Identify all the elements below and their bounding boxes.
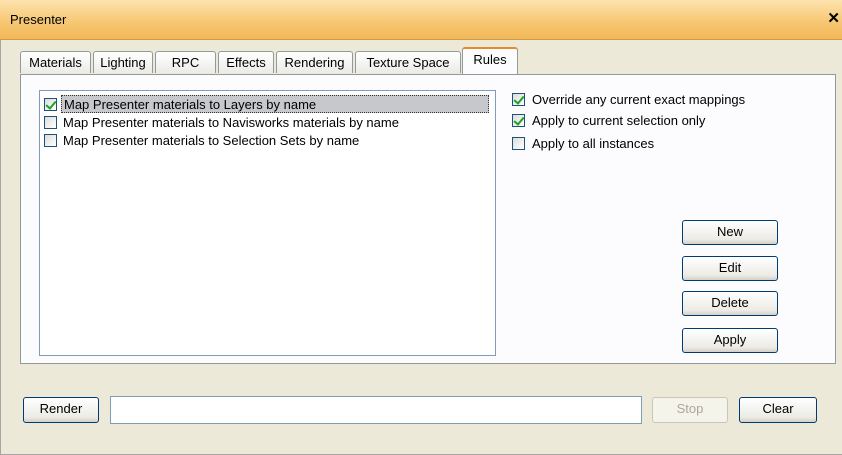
current-selection-checkbox[interactable] [512,114,525,127]
rule-label: Map Presenter materials to Navisworks ma… [63,115,399,130]
rule-checkbox[interactable] [44,116,57,129]
delete-button[interactable]: Delete [682,291,778,316]
rule-label: Map Presenter materials to Layers by nam… [61,95,489,113]
override-mappings-label: Override any current exact mappings [532,92,746,107]
tab-texture-space[interactable]: Texture Space [355,51,461,73]
render-button[interactable]: Render [23,397,99,423]
apply-button[interactable]: Apply [682,328,778,353]
rule-checkbox[interactable] [44,134,57,147]
new-button[interactable]: New [682,220,778,245]
edit-button[interactable]: Edit [682,256,778,281]
all-instances-label: Apply to all instances [532,136,655,151]
stop-button[interactable]: Stop [652,397,728,423]
tab-effects[interactable]: Effects [218,51,274,73]
rule-label: Map Presenter materials to Selection Set… [63,133,360,148]
window-title: Presenter [10,12,67,27]
clear-button[interactable]: Clear [739,397,817,423]
title-bar: Presenter ✕ [0,0,842,40]
rules-list[interactable]: Map Presenter materials to Layers by nam… [39,90,496,356]
tab-materials[interactable]: Materials [20,51,91,73]
tab-rules[interactable]: Rules [462,47,518,74]
render-progress-field[interactable] [110,396,642,424]
current-selection-label: Apply to current selection only [532,113,706,128]
tab-rendering[interactable]: Rendering [276,51,353,73]
rule-checkbox[interactable] [44,98,57,111]
close-icon[interactable]: ✕ [827,11,840,26]
override-mappings-checkbox[interactable] [512,93,525,106]
tab-rpc[interactable]: RPC [155,51,216,73]
all-instances-checkbox[interactable] [512,137,525,150]
tab-lighting[interactable]: Lighting [93,51,153,73]
